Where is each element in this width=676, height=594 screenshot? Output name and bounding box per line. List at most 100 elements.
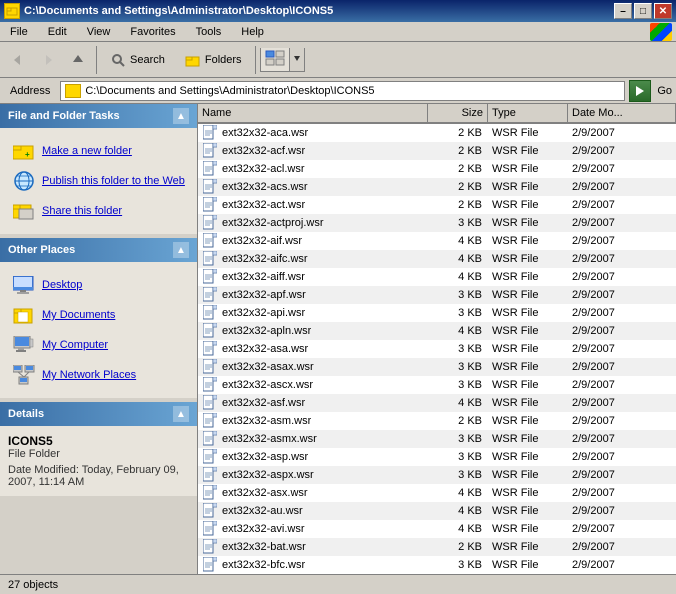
other-places-header[interactable]: Other Places ▲ [0,238,197,262]
make-new-folder-item[interactable]: + Make a new folder [8,136,189,166]
table-row[interactable]: ext32x32-asm.wsr 2 KB WSR File 2/9/2007 [198,412,676,430]
file-name-cell: ext32x32-api.wsr [198,305,428,321]
maximize-button[interactable]: □ [634,3,652,19]
menu-tools[interactable]: Tools [190,24,228,40]
file-date-cell: 2/9/2007 [568,145,676,157]
col-header-size[interactable]: Size [428,104,488,122]
file-date-cell: 2/9/2007 [568,325,676,337]
file-size-cell: 4 KB [428,523,488,535]
menu-help[interactable]: Help [235,24,270,40]
folders-label: Folders [205,54,242,66]
my-computer-item[interactable]: My Computer [8,330,189,360]
up-icon [70,52,86,68]
file-date-cell: 2/9/2007 [568,415,676,427]
file-type-cell: WSR File [488,217,568,229]
views-button[interactable] [260,48,305,72]
table-row[interactable]: ext32x32-bat.wsr 2 KB WSR File 2/9/2007 [198,538,676,556]
file-date-cell: 2/9/2007 [568,505,676,517]
table-row[interactable]: ext32x32-acf.wsr 2 KB WSR File 2/9/2007 [198,142,676,160]
table-row[interactable]: ext32x32-asf.wsr 4 KB WSR File 2/9/2007 [198,394,676,412]
minimize-button[interactable]: – [614,3,632,19]
publish-folder-item[interactable]: Publish this folder to the Web [8,166,189,196]
file-type-cell: WSR File [488,199,568,211]
table-row[interactable]: ext32x32-asx.wsr 4 KB WSR File 2/9/2007 [198,484,676,502]
col-header-type[interactable]: Type [488,104,568,122]
table-row[interactable]: ext32x32-ascx.wsr 3 KB WSR File 2/9/2007 [198,376,676,394]
svg-text:+: + [25,150,30,159]
file-date-cell: 2/9/2007 [568,181,676,193]
file-size-cell: 4 KB [428,487,488,499]
table-row[interactable]: ext32x32-aif.wsr 4 KB WSR File 2/9/2007 [198,232,676,250]
back-button[interactable] [4,46,32,74]
details-name: ICONS5 [8,434,189,448]
details-collapse-icon[interactable]: ▲ [173,406,189,422]
menu-favorites[interactable]: Favorites [124,24,181,40]
file-date-cell: 2/9/2007 [568,379,676,391]
table-row[interactable]: ext32x32-asax.wsr 3 KB WSR File 2/9/2007 [198,358,676,376]
address-input[interactable]: C:\Documents and Settings\Administrator\… [60,81,625,101]
table-row[interactable]: ext32x32-aiff.wsr 4 KB WSR File 2/9/2007 [198,268,676,286]
wsr-file-icon [202,215,218,231]
other-places-collapse-icon[interactable]: ▲ [173,242,189,258]
table-row[interactable]: ext32x32-apln.wsr 4 KB WSR File 2/9/2007 [198,322,676,340]
file-name-cell: ext32x32-acs.wsr [198,179,428,195]
file-folder-tasks-content: + Make a new folder [0,128,197,234]
table-row[interactable]: ext32x32-act.wsr 2 KB WSR File 2/9/2007 [198,196,676,214]
wsr-file-icon [202,359,218,375]
table-row[interactable]: ext32x32-asp.wsr 3 KB WSR File 2/9/2007 [198,448,676,466]
table-row[interactable]: ext32x32-acs.wsr 2 KB WSR File 2/9/2007 [198,178,676,196]
search-button[interactable]: Search [101,44,174,76]
folders-button[interactable]: Folders [176,44,251,76]
file-name: ext32x32-aca.wsr [222,127,308,139]
file-date-cell: 2/9/2007 [568,451,676,463]
table-row[interactable]: ext32x32-aca.wsr 2 KB WSR File 2/9/2007 [198,124,676,142]
file-size-cell: 3 KB [428,361,488,373]
file-type-cell: WSR File [488,379,568,391]
go-button[interactable] [629,80,651,102]
col-header-date[interactable]: Date Mo... [568,104,676,122]
file-name: ext32x32-asx.wsr [222,487,308,499]
table-row[interactable]: ext32x32-api.wsr 3 KB WSR File 2/9/2007 [198,304,676,322]
table-row[interactable]: ext32x32-asa.wsr 3 KB WSR File 2/9/2007 [198,340,676,358]
details-header[interactable]: Details ▲ [0,402,197,426]
table-row[interactable]: ext32x32-apf.wsr 3 KB WSR File 2/9/2007 [198,286,676,304]
menu-edit[interactable]: Edit [42,24,73,40]
file-date-cell: 2/9/2007 [568,199,676,211]
table-row[interactable]: ext32x32-asmx.wsr 3 KB WSR File 2/9/2007 [198,430,676,448]
forward-button[interactable] [34,46,62,74]
menu-file[interactable]: File [4,24,34,40]
table-row[interactable]: ext32x32-avi.wsr 4 KB WSR File 2/9/2007 [198,520,676,538]
table-row[interactable]: ext32x32-actproj.wsr 3 KB WSR File 2/9/2… [198,214,676,232]
file-name: ext32x32-aiff.wsr [222,271,305,283]
file-name-cell: ext32x32-au.wsr [198,503,428,519]
file-name-cell: ext32x32-acf.wsr [198,143,428,159]
table-row[interactable]: ext32x32-bfc.wsr 3 KB WSR File 2/9/2007 [198,556,676,574]
table-row[interactable]: ext32x32-acl.wsr 2 KB WSR File 2/9/2007 [198,160,676,178]
col-header-name[interactable]: Name [198,104,428,122]
file-date-cell: 2/9/2007 [568,487,676,499]
desktop-item[interactable]: Desktop [8,270,189,300]
main-content: File and Folder Tasks ▲ + Make a new fol… [0,104,676,574]
file-date-cell: 2/9/2007 [568,253,676,265]
file-type-cell: WSR File [488,181,568,193]
table-row[interactable]: ext32x32-au.wsr 4 KB WSR File 2/9/2007 [198,502,676,520]
my-network-places-item[interactable]: My Network Places [8,360,189,390]
wsr-file-icon [202,431,218,447]
file-type-cell: WSR File [488,469,568,481]
collapse-icon[interactable]: ▲ [173,108,189,124]
file-date-cell: 2/9/2007 [568,523,676,535]
up-button[interactable] [64,46,92,74]
table-row[interactable]: ext32x32-aifc.wsr 4 KB WSR File 2/9/2007 [198,250,676,268]
file-list-body[interactable]: ext32x32-aca.wsr 2 KB WSR File 2/9/2007 [198,124,676,574]
menu-view[interactable]: View [81,24,117,40]
table-row[interactable]: ext32x32-aspx.wsr 3 KB WSR File 2/9/2007 [198,466,676,484]
file-folder-tasks-header[interactable]: File and Folder Tasks ▲ [0,104,197,128]
file-name: ext32x32-asp.wsr [222,451,308,463]
close-button[interactable]: ✕ [654,3,672,19]
share-folder-item[interactable]: Share this folder [8,196,189,226]
file-date-cell: 2/9/2007 [568,271,676,283]
file-date-cell: 2/9/2007 [568,217,676,229]
my-documents-item[interactable]: My Documents [8,300,189,330]
file-name: ext32x32-apf.wsr [222,289,306,301]
file-name-cell: ext32x32-acl.wsr [198,161,428,177]
